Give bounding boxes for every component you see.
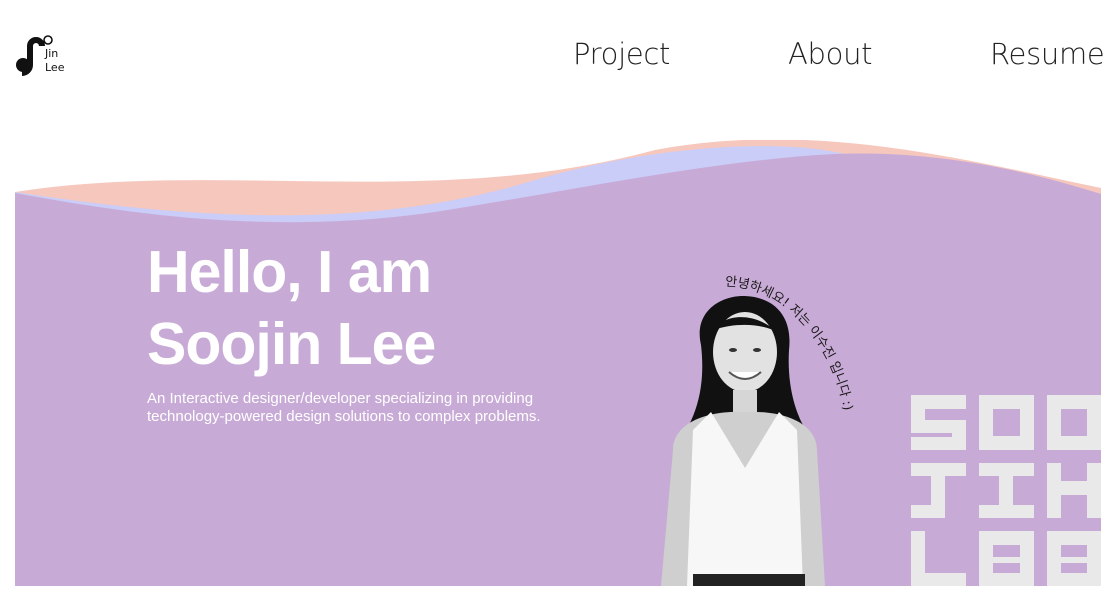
hero-heading-line1: Hello, I am (147, 239, 432, 305)
nav-about-link[interactable]: About (788, 36, 873, 72)
nav-project-link[interactable]: Project (573, 36, 670, 72)
main-nav: Project About Resume (0, 36, 1116, 76)
profile-photo (661, 295, 825, 586)
nav-resume-link[interactable]: Resume (990, 36, 1105, 72)
hero-section: Hello, I am Soojin Lee An Interactive de… (15, 140, 1101, 586)
monogram-graphic (911, 395, 1101, 586)
hero-heading: Hello, I am Soojin Lee (147, 236, 436, 380)
hero-heading-line2: Soojin Lee (147, 311, 436, 377)
hero-description: An Interactive designer/developer specia… (147, 390, 541, 425)
